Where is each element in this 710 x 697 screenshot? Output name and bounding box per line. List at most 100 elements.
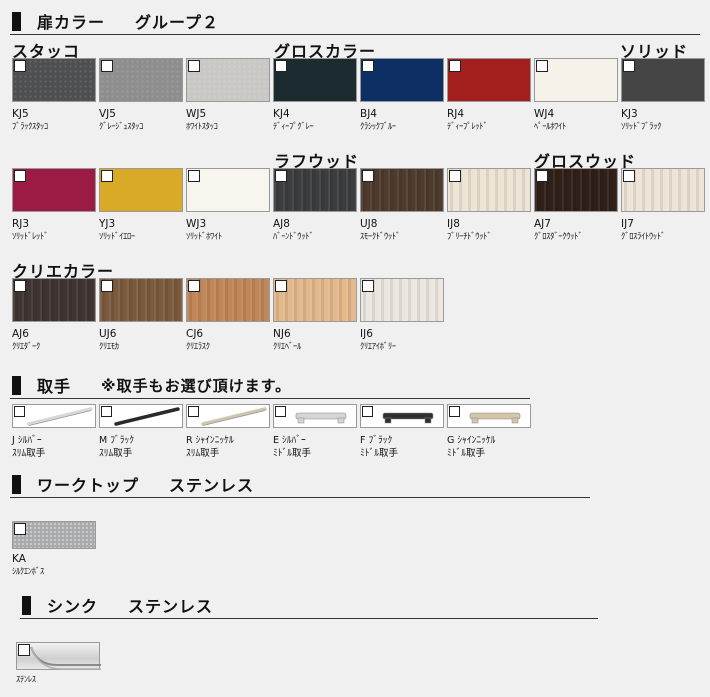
checkbox[interactable] (362, 60, 374, 72)
checkbox[interactable] (101, 60, 113, 72)
checkbox[interactable] (275, 280, 287, 292)
door-color-option[interactable]: WJ4 ﾍﾟｰﾙﾎﾜｲﾄ (534, 58, 618, 133)
middle-handle-icon (295, 412, 347, 424)
color-code: KJ4 (273, 108, 290, 120)
color-swatch[interactable] (12, 168, 96, 212)
handle-option[interactable]: G ｼｬｲﾝﾆｯｹﾙ ﾐﾄﾞﾙ取手 (447, 404, 531, 461)
checkbox[interactable] (101, 170, 113, 182)
checkbox[interactable] (536, 170, 548, 182)
door-color-option[interactable]: YJ3 ｿﾘｯﾄﾞｲｴﾛｰ (99, 168, 183, 243)
color-swatch[interactable] (360, 278, 444, 322)
handle-swatch[interactable] (12, 404, 96, 428)
color-code: RJ4 (447, 108, 465, 120)
checkbox[interactable] (14, 60, 26, 72)
worktop-swatch[interactable] (12, 521, 96, 549)
color-swatch[interactable] (447, 58, 531, 102)
color-name: ｽﾓｰｸﾄﾞｳｯﾄﾞ (360, 232, 401, 242)
color-swatch[interactable] (186, 168, 270, 212)
door-color-option[interactable]: WJ5 ﾎﾜｲﾄｽﾀｯｺ (186, 58, 270, 133)
handle-option[interactable]: J ｼﾙﾊﾞｰ ｽﾘﾑ取手 (12, 404, 96, 461)
handle-option[interactable]: F ﾌﾞﾗｯｸ ﾐﾄﾞﾙ取手 (360, 404, 444, 461)
color-swatch[interactable] (12, 278, 96, 322)
door-color-option[interactable]: AJ7 ｸﾞﾛｽﾀﾞｰｸｳｯﾄﾞ (534, 168, 618, 243)
checkbox[interactable] (449, 406, 460, 417)
handle-swatch[interactable] (273, 404, 357, 428)
color-swatch[interactable] (186, 58, 270, 102)
door-color-option[interactable]: IJ8 ﾌﾞﾘｰﾁﾄﾞｳｯﾄﾞ (447, 168, 531, 243)
checkbox[interactable] (362, 280, 374, 292)
color-swatch[interactable] (99, 168, 183, 212)
door-color-option[interactable]: NJ6 ｸﾘｴﾍﾞｰﾙ (273, 278, 357, 353)
checkbox[interactable] (275, 406, 286, 417)
sink-swatch[interactable] (16, 642, 101, 670)
color-swatch[interactable] (534, 168, 618, 212)
checkbox[interactable] (623, 60, 635, 72)
checkbox[interactable] (101, 406, 112, 417)
color-swatch[interactable] (621, 168, 705, 212)
color-swatch[interactable] (360, 58, 444, 102)
handle-type-label: ｽﾘﾑ取手 (186, 448, 220, 459)
checkbox[interactable] (188, 280, 200, 292)
section-marker (22, 595, 31, 615)
door-color-option[interactable]: RJ3 ｿﾘｯﾄﾞﾚｯﾄﾞ (12, 168, 96, 243)
color-name: ｸﾘｴﾓｶ (99, 342, 119, 352)
section-worktop: ワークトップ ステンレス (10, 471, 590, 498)
door-color-option[interactable]: KJ3 ｿﾘｯﾄﾞﾌﾞﾗｯｸ (621, 58, 705, 133)
color-swatch[interactable] (99, 278, 183, 322)
checkbox[interactable] (14, 280, 26, 292)
door-color-option[interactable]: BJ4 ｸﾗｼｯｸﾌﾞﾙｰ (360, 58, 444, 133)
door-color-option[interactable]: KJ5 ﾌﾞﾗｯｸｽﾀｯｺ (12, 58, 96, 133)
door-color-option[interactable]: CJ6 ｸﾘｴﾗｽｸ (186, 278, 270, 353)
handle-swatch[interactable] (186, 404, 270, 428)
color-swatch[interactable] (273, 278, 357, 322)
handle-option[interactable]: E ｼﾙﾊﾞｰ ﾐﾄﾞﾙ取手 (273, 404, 357, 461)
checkbox[interactable] (449, 60, 461, 72)
color-swatch[interactable] (273, 58, 357, 102)
sink-option-stainless[interactable]: ｽﾃﾝﾚｽ (16, 642, 101, 686)
door-color-option[interactable]: WJ3 ｿﾘｯﾄﾞﾎﾜｲﾄ (186, 168, 270, 243)
section-subtitle: グループ２ (135, 13, 220, 32)
checkbox[interactable] (188, 60, 200, 72)
checkbox[interactable] (275, 170, 287, 182)
checkbox[interactable] (536, 60, 548, 72)
slim-handle-icon (114, 407, 180, 426)
door-color-option[interactable]: RJ4 ﾃﾞｨｰﾌﾟﾚｯﾄﾞ (447, 58, 531, 133)
checkbox[interactable] (623, 170, 635, 182)
color-swatch[interactable] (273, 168, 357, 212)
handle-swatch[interactable] (360, 404, 444, 428)
door-color-option[interactable]: AJ8 ﾊﾞｰﾝﾄﾞｳｯﾄﾞ (273, 168, 357, 243)
door-color-option[interactable]: UJ8 ｽﾓｰｸﾄﾞｳｯﾄﾞ (360, 168, 444, 243)
checkbox[interactable] (362, 406, 373, 417)
checkbox[interactable] (188, 406, 199, 417)
door-color-option[interactable]: AJ6 ｸﾘｴﾀﾞｰｸ (12, 278, 96, 353)
door-color-option[interactable]: UJ6 ｸﾘｴﾓｶ (99, 278, 183, 353)
color-swatch[interactable] (534, 58, 618, 102)
section-handle: 取手 ※取手もお選び頂けます。 (10, 372, 530, 399)
checkbox[interactable] (14, 406, 25, 417)
door-color-option[interactable]: KJ4 ﾃﾞｨｰﾌﾟｸﾞﾚｰ (273, 58, 357, 133)
handle-option[interactable]: R ｼｬｲﾝﾆｯｹﾙ ｽﾘﾑ取手 (186, 404, 270, 461)
checkbox[interactable] (275, 60, 287, 72)
door-color-option[interactable]: IJ7 ｸﾞﾛｽﾗｲﾄｳｯﾄﾞ (621, 168, 705, 243)
checkbox[interactable] (14, 523, 26, 535)
color-swatch[interactable] (186, 278, 270, 322)
worktop-option-ka[interactable]: KA ｼﾙｸｴﾝﾎﾞｽ (12, 521, 96, 578)
handle-swatch[interactable] (447, 404, 531, 428)
color-swatch[interactable] (12, 58, 96, 102)
door-color-option[interactable]: IJ6 ｸﾘｴｱｲﾎﾞﾘｰ (360, 278, 444, 353)
color-swatch[interactable] (621, 58, 705, 102)
handle-option[interactable]: M ﾌﾞﾗｯｸ ｽﾘﾑ取手 (99, 404, 183, 461)
color-swatch[interactable] (360, 168, 444, 212)
color-swatch[interactable] (99, 58, 183, 102)
door-color-option[interactable]: VJ5 ｸﾞﾚｰｼﾞｭｽﾀｯｺ (99, 58, 183, 133)
color-swatch[interactable] (447, 168, 531, 212)
checkbox[interactable] (18, 644, 30, 656)
checkbox[interactable] (188, 170, 200, 182)
middle-handle-icon (469, 412, 521, 424)
checkbox[interactable] (101, 280, 113, 292)
checkbox[interactable] (14, 170, 26, 182)
checkbox[interactable] (449, 170, 461, 182)
checkbox[interactable] (362, 170, 374, 182)
handle-swatch[interactable] (99, 404, 183, 428)
slim-handle-icon (201, 407, 267, 426)
